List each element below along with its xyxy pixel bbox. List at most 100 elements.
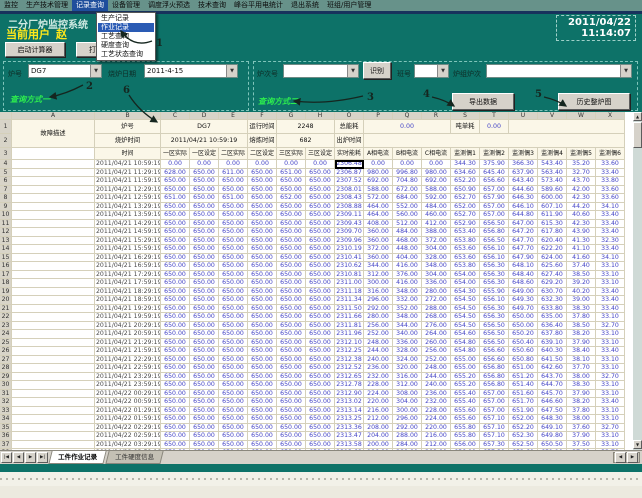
grid-cell[interactable]: 2011/04/22 01:29:19 — [95, 407, 161, 416]
grid-cell[interactable]: 649.00 — [509, 288, 538, 297]
grid-cell[interactable]: 2308.01 — [335, 186, 364, 195]
grid-cell[interactable]: 650.00 — [277, 305, 306, 314]
grid-cell[interactable]: 一区实际 — [161, 148, 190, 160]
grid-cell[interactable]: 出炉时间 — [335, 134, 364, 148]
grid-cell[interactable]: B相电流 — [393, 148, 422, 160]
grid-cell[interactable]: 炉号 — [95, 120, 161, 134]
grid-cell[interactable]: 33.60 — [596, 194, 625, 203]
grid-cell[interactable]: 484.00 — [393, 228, 422, 237]
grid-cell[interactable]: 实时能耗 — [335, 148, 364, 160]
grid-cell[interactable]: 651.40 — [509, 381, 538, 390]
grid-cell[interactable]: 33.60 — [596, 160, 625, 169]
grid-cell[interactable]: 650.00 — [219, 356, 248, 365]
grid-cell[interactable]: 37.80 — [567, 407, 596, 416]
grid-cell[interactable]: 212.00 — [422, 441, 451, 450]
grid-cell[interactable]: 650.00 — [509, 313, 538, 322]
grid-cell[interactable]: 37.90 — [567, 432, 596, 441]
grid-cell[interactable]: 650.00 — [306, 424, 335, 433]
grid-cell[interactable]: 650.00 — [306, 169, 335, 178]
row-number[interactable]: 10 — [0, 211, 12, 220]
grid-cell[interactable]: 2313.25 — [335, 415, 364, 424]
grid-cell[interactable]: 312.00 — [364, 271, 393, 280]
grid-cell[interactable]: 33.40 — [596, 305, 625, 314]
grid-cell[interactable]: 592.00 — [422, 194, 451, 203]
grid-cell[interactable]: 692.00 — [364, 177, 393, 186]
grid-cell[interactable]: 2313.47 — [335, 432, 364, 441]
grid-cell[interactable]: 656.10 — [480, 254, 509, 263]
grid-cell[interactable]: 649.30 — [509, 296, 538, 305]
grid-cell[interactable]: 650.00 — [248, 441, 277, 450]
grid-cell[interactable]: 656.00 — [451, 441, 480, 450]
grid-cell[interactable]: 32.70 — [567, 169, 596, 178]
grid-cell[interactable]: 33.10 — [596, 262, 625, 271]
grid-cell[interactable]: 639.10 — [538, 339, 567, 348]
grid-cell[interactable]: 200.00 — [364, 441, 393, 450]
grid-cell[interactable]: 320.00 — [393, 364, 422, 373]
grid-cell[interactable]: 2011/04/21 11:59:19 — [95, 177, 161, 186]
grid-cell[interactable]: 704.80 — [393, 177, 422, 186]
grid-cell[interactable]: 2011/04/21 19:29:19 — [95, 305, 161, 314]
grid-cell[interactable]: 2011/04/21 12:29:19 — [95, 186, 161, 195]
tab-hardness-info[interactable]: 工件硬度信息 — [105, 451, 163, 464]
grid-cell[interactable]: 2011/04/21 14:29:19 — [95, 220, 161, 229]
grid-cell[interactable]: 643.70 — [538, 373, 567, 382]
grid-cell[interactable]: 652.00 — [451, 203, 480, 212]
row-number[interactable]: 35 — [0, 424, 12, 433]
grid-cell[interactable]: 652.20 — [451, 177, 480, 186]
grid-cell[interactable]: 656.50 — [480, 237, 509, 246]
grid-cell[interactable]: 647.70 — [509, 245, 538, 254]
grid-cell[interactable]: 563.40 — [538, 169, 567, 178]
menu-item[interactable]: 调度浮火预选 — [144, 0, 194, 11]
grid-cell[interactable]: 0.00 — [277, 160, 306, 169]
grid-cell[interactable]: 32.30 — [596, 237, 625, 246]
grid-cell[interactable]: 2011/04/21 18:59:19 — [95, 296, 161, 305]
grid-cell[interactable]: 40.60 — [567, 211, 596, 220]
grid-cell[interactable]: 650.00 — [190, 322, 219, 331]
grid-cell[interactable]: 224.00 — [422, 415, 451, 424]
grid-cell[interactable]: 657.00 — [480, 211, 509, 220]
grid-cell[interactable]: 33.10 — [596, 407, 625, 416]
grid-cell[interactable]: 650.00 — [219, 186, 248, 195]
grid-cell[interactable]: 2011/04/21 11:29:19 — [95, 169, 161, 178]
grid-cell[interactable]: 300.00 — [364, 279, 393, 288]
grid-cell[interactable]: 460.00 — [422, 211, 451, 220]
grid-cell[interactable]: 2311.66 — [335, 313, 364, 322]
grid-cell[interactable]: 650.00 — [277, 313, 306, 322]
grid-cell[interactable]: 2309.43 — [335, 220, 364, 229]
grid-cell[interactable]: 650.00 — [161, 254, 190, 263]
grid-cell[interactable]: 573.40 — [538, 177, 567, 186]
grid-cell[interactable]: 650.80 — [509, 356, 538, 365]
grid-cell[interactable]: 296.00 — [364, 296, 393, 305]
grid-cell[interactable]: 650.00 — [219, 211, 248, 220]
grid-cell[interactable]: 监测偶6 — [596, 148, 625, 160]
grid-cell[interactable]: 2309.11 — [335, 211, 364, 220]
grid-cell[interactable]: 408.00 — [364, 220, 393, 229]
grid-cell[interactable]: 650.00 — [161, 262, 190, 271]
grid-cell[interactable]: 2011/04/21 22:29:19 — [95, 356, 161, 365]
grid-cell[interactable]: 37.60 — [567, 424, 596, 433]
grid-cell[interactable]: 650.00 — [277, 415, 306, 424]
grid-cell[interactable]: 2307.52 — [335, 177, 364, 186]
grid-cell[interactable]: 650.00 — [190, 228, 219, 237]
grid-cell[interactable]: 33.10 — [596, 339, 625, 348]
grid-cell[interactable]: 650.00 — [277, 390, 306, 399]
grid-cell[interactable]: 650.00 — [190, 381, 219, 390]
grid-cell[interactable] — [12, 296, 95, 305]
dropdown-menu-item[interactable]: 工艺状态查询 — [98, 50, 154, 59]
grid-cell[interactable]: 650.00 — [277, 424, 306, 433]
grid-cell[interactable]: 0.00 — [422, 160, 451, 169]
grid-cell[interactable]: 656.30 — [480, 313, 509, 322]
grid-cell[interactable]: 628.00 — [161, 169, 190, 178]
grid-cell[interactable]: 650.00 — [248, 364, 277, 373]
grid-cell[interactable]: 650.00 — [190, 424, 219, 433]
grid-cell[interactable]: 650.00 — [277, 245, 306, 254]
grid-cell[interactable]: 650.00 — [190, 271, 219, 280]
grid-cell[interactable]: 650.00 — [248, 169, 277, 178]
grid-cell[interactable]: 650.00 — [219, 330, 248, 339]
row-number[interactable]: 12 — [0, 228, 12, 237]
grid-cell[interactable]: 316.00 — [364, 288, 393, 297]
grid-cell[interactable]: 650.00 — [277, 330, 306, 339]
grid-cell[interactable]: 208.00 — [364, 424, 393, 433]
grid-cell[interactable]: 468.00 — [393, 237, 422, 246]
grid-cell[interactable]: 360.00 — [364, 237, 393, 246]
